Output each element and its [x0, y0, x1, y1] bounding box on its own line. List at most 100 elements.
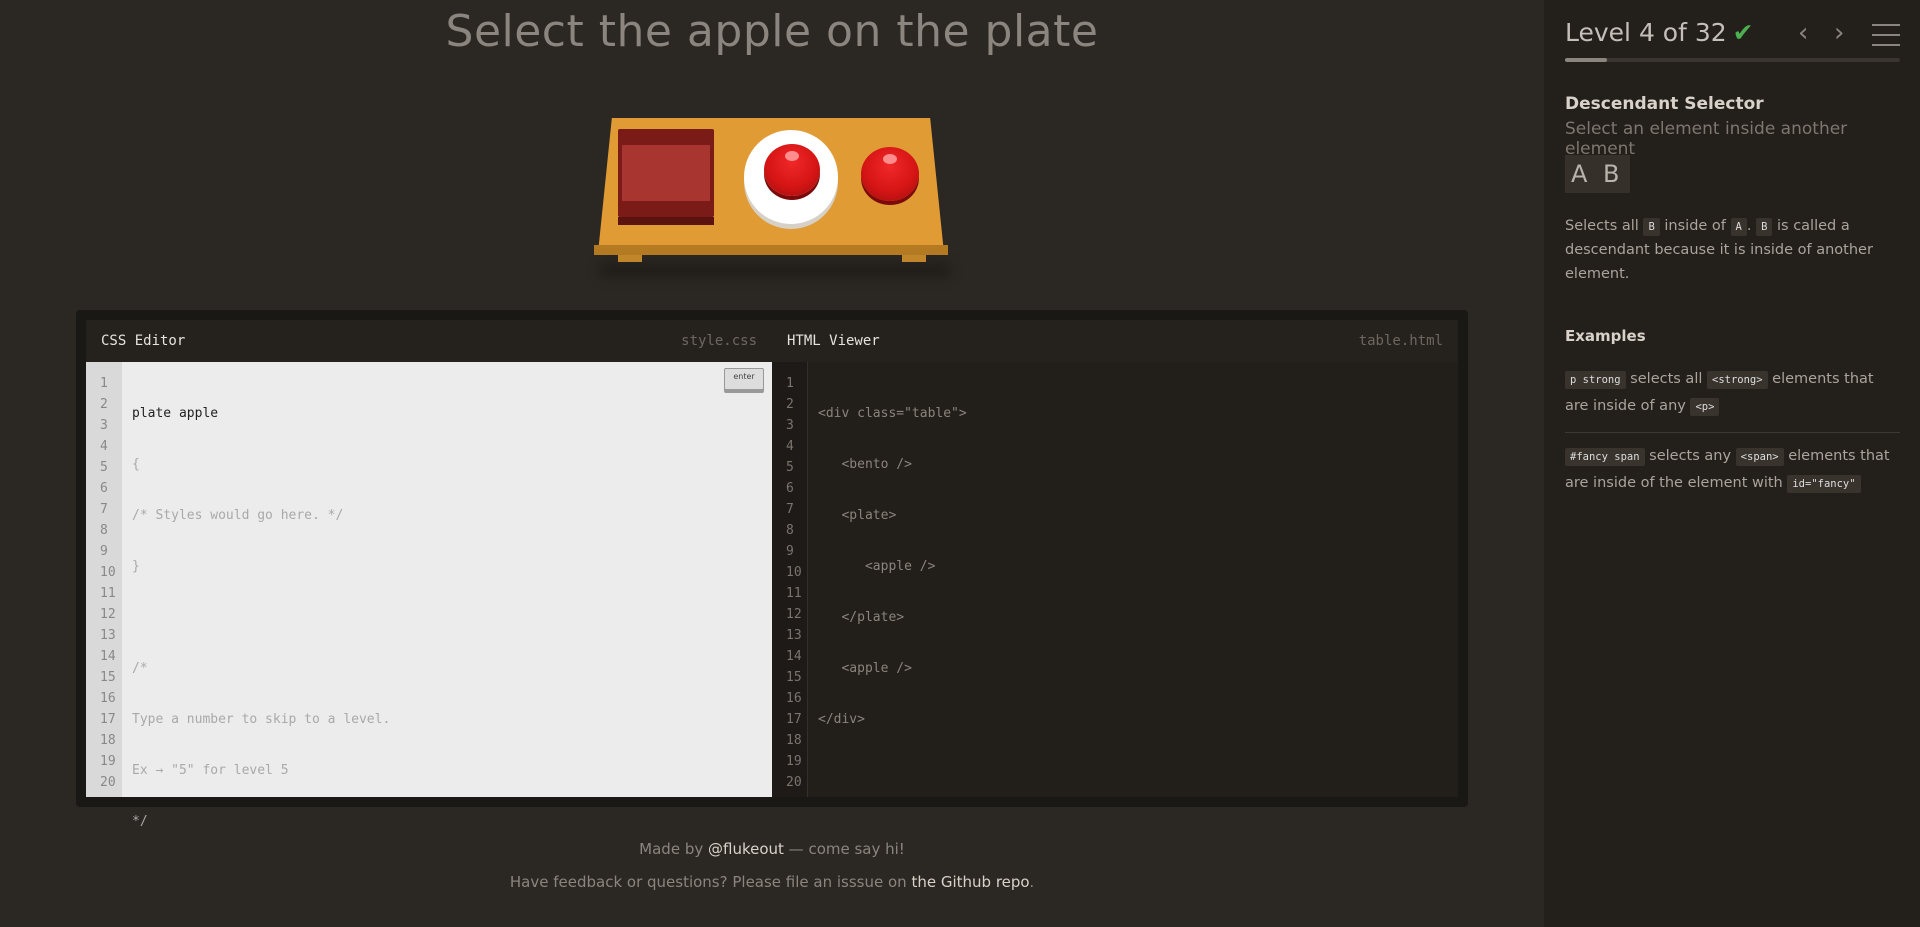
css-code-line: Type a number to skip to a level.: [132, 712, 391, 727]
examples-title: Examples: [1565, 327, 1646, 345]
level-header: Level 4 of 32 ✔: [1565, 18, 1754, 47]
table-scene: [590, 115, 960, 277]
line-number: 9: [100, 544, 108, 559]
check-icon: ✔: [1732, 18, 1754, 47]
line-number: 10: [100, 565, 116, 580]
line-number: 3: [786, 418, 794, 433]
line-number: 5: [786, 460, 794, 475]
example-2: #fancy span selects any <span> elements …: [1565, 443, 1900, 497]
html-line-numbers: 1 2 3 4 5 6 7 8 9 10 11 12 13 14 15 16 17 18 19 20: [772, 362, 808, 797]
example-tag: <p>: [1690, 398, 1720, 416]
footer-feedback: Have feedback or questions? Please file …: [0, 873, 1544, 891]
footer-credit-suffix: — come say hi!: [783, 840, 905, 858]
desc-text: inside of: [1659, 218, 1731, 234]
css-line-numbers: 1 2 3 4 5 6 7 8 9 10 11 12 13 14 15 16 17 18 19 20: [86, 362, 122, 797]
line-number: 6: [786, 481, 794, 496]
example-text: selects any: [1644, 448, 1736, 464]
bento-inner: [622, 145, 710, 201]
apple-on-plate[interactable]: [764, 144, 820, 196]
example-1: p strong selects all <strong> elements t…: [1565, 366, 1900, 420]
html-code-line[interactable]: <div class="table">: [818, 403, 967, 424]
desc-tag: B: [1643, 218, 1660, 236]
example-text: selects all: [1625, 371, 1707, 387]
line-number: 18: [100, 733, 116, 748]
example-code: p strong: [1565, 371, 1626, 389]
html-viewer-filename: table.html: [1358, 333, 1443, 349]
line-number: 19: [100, 754, 116, 769]
desc-text: Selects all: [1565, 218, 1644, 234]
line-number: 6: [100, 481, 108, 496]
html-viewer-title: HTML Viewer: [787, 333, 880, 349]
css-code-line: /*: [132, 661, 148, 676]
sidebar: Level 4 of 32 ✔ ‹ › Descendant Selector S…: [1544, 0, 1920, 927]
css-code: plate apple { /* Styles would go here. *…: [132, 373, 390, 862]
line-number: 9: [786, 544, 794, 559]
html-code-line[interactable]: </plate>: [818, 607, 967, 628]
footer-credit: Made by @flukeout — come say hi!: [0, 840, 1544, 858]
author-link[interactable]: @flukeout: [708, 840, 784, 858]
css-code-line: [132, 607, 390, 628]
line-number: 2: [100, 397, 108, 412]
html-viewer-header: HTML Viewer table.html: [772, 320, 1458, 362]
line-number: 4: [786, 439, 794, 454]
selector-syntax: A B: [1565, 155, 1630, 193]
bento-base: [618, 217, 714, 225]
next-level-icon[interactable]: ›: [1834, 18, 1844, 48]
line-number: 17: [100, 712, 116, 727]
level-progress-fill: [1565, 58, 1607, 62]
line-number: 5: [100, 460, 108, 475]
css-editor-header: CSS Editor style.css: [86, 320, 772, 362]
line-number: 16: [100, 691, 116, 706]
line-number: 10: [786, 565, 802, 580]
html-code-line[interactable]: <apple />: [818, 556, 967, 577]
footer-credit-prefix: Made by: [639, 840, 708, 858]
html-code-line[interactable]: <plate>: [818, 505, 967, 526]
css-editor-body[interactable]: 1 2 3 4 5 6 7 8 9 10 11 12 13 14 15 16 17 18 19 20 plate ap…: [86, 362, 772, 829]
css-code-line: }: [132, 559, 140, 574]
level-indicator: Level 4 of 32: [1565, 18, 1727, 47]
css-editor-pane: CSS Editor style.css 1 2 3 4 5 6 7 8 9 10 11 12 13 14…: [86, 320, 772, 829]
menu-icon[interactable]: [1872, 24, 1900, 54]
enter-button[interactable]: enter: [724, 368, 764, 390]
css-code-line: */: [132, 814, 148, 829]
example-code: #fancy span: [1565, 448, 1645, 466]
selector-name: Descendant Selector: [1565, 94, 1764, 114]
css-code-line: /* Styles would go here. */: [132, 508, 344, 523]
line-number: 2: [786, 397, 794, 412]
line-number: 20: [100, 775, 116, 790]
selector-description: Selects all B inside of A. B is called a…: [1565, 214, 1900, 286]
github-repo-link[interactable]: the Github repo: [911, 873, 1029, 891]
line-number: 18: [786, 733, 802, 748]
apple-shine: [883, 154, 897, 164]
line-number: 15: [100, 670, 116, 685]
html-code-line[interactable]: </div>: [818, 709, 967, 730]
line-number: 14: [786, 649, 802, 664]
apple-on-table[interactable]: [861, 147, 919, 201]
html-code-line[interactable]: <apple />: [818, 658, 967, 679]
previous-level-icon[interactable]: ‹: [1798, 18, 1808, 48]
table-edge: [594, 245, 948, 255]
html-viewer-body: 1 2 3 4 5 6 7 8 9 10 11 12 13 14 15 16 17 18 19 20 <div cla…: [772, 362, 1458, 797]
example-tag: id="fancy": [1787, 475, 1861, 493]
line-number: 12: [786, 607, 802, 622]
line-number: 8: [786, 523, 794, 538]
footer-feedback-suffix: .: [1029, 873, 1035, 891]
line-number: 3: [100, 418, 108, 433]
example-tag: <strong>: [1707, 371, 1768, 389]
table-shadow: [600, 263, 950, 277]
line-number: 7: [100, 502, 108, 517]
footer-feedback-prefix: Have feedback or questions? Please file …: [509, 873, 912, 891]
line-number: 17: [786, 712, 802, 727]
html-code-line[interactable]: <bento />: [818, 454, 967, 475]
line-number: 19: [786, 754, 802, 769]
line-number: 11: [786, 586, 802, 601]
css-selector-input[interactable]: plate apple: [132, 403, 390, 424]
html-code: <div class="table"> <bento /> <plate> <a…: [818, 373, 967, 760]
level-instruction: Select the apple on the plate: [445, 6, 1099, 57]
example-tag: <span>: [1735, 448, 1784, 466]
plate[interactable]: [744, 130, 838, 224]
line-number: 20: [786, 775, 802, 790]
css-editor-title: CSS Editor: [101, 333, 186, 349]
bento[interactable]: [618, 129, 714, 225]
line-number: 4: [100, 439, 108, 454]
